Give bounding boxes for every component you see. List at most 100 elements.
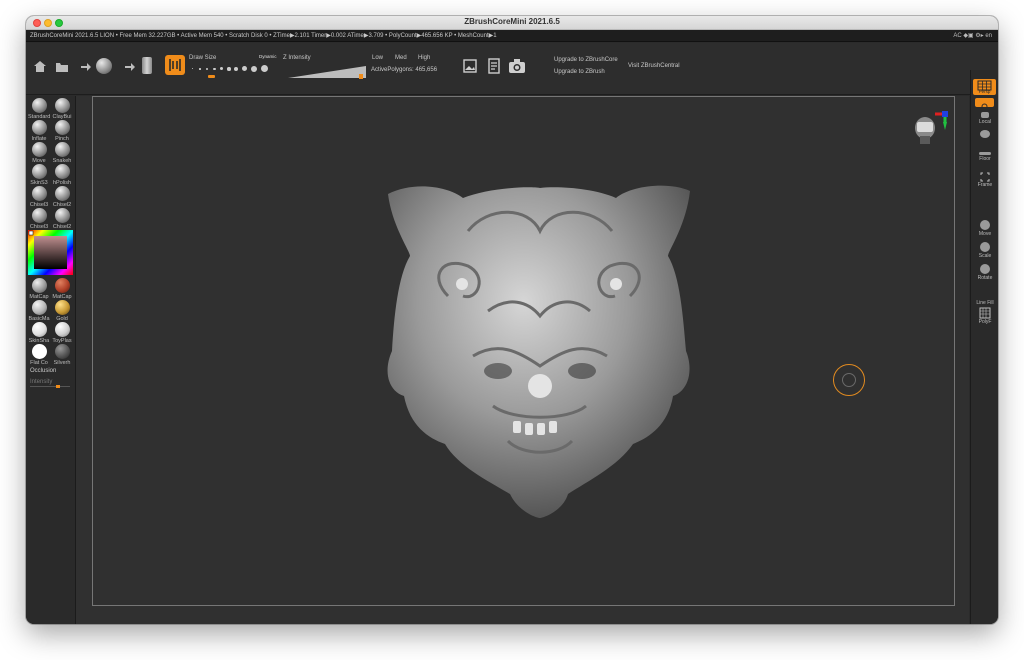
brush-slot[interactable]: Chisel3 <box>28 208 50 230</box>
brush-slot[interactable]: Snakeh <box>51 142 73 164</box>
home-icon[interactable] <box>32 59 48 75</box>
brush-slot[interactable]: hPolish <box>51 164 73 186</box>
material-slot[interactable]: MatCap <box>51 278 73 300</box>
polyf-toggle[interactable]: Floor <box>971 152 998 162</box>
rotate-icon <box>980 264 990 274</box>
lion-mask-model[interactable] <box>368 176 710 521</box>
orientation-gizmo-icon <box>915 111 948 144</box>
intensity-slider[interactable] <box>30 386 70 387</box>
open-folder-icon[interactable] <box>54 59 70 75</box>
brush-cursor <box>833 364 865 396</box>
draw-size-dots[interactable] <box>192 65 274 73</box>
material-slot[interactable]: Silverh <box>51 344 73 366</box>
brush-thumbnail <box>54 98 70 113</box>
material-slot[interactable]: BasicMa <box>28 300 50 322</box>
brush-thumbnail <box>31 98 47 113</box>
draw-mode-button[interactable] <box>165 55 185 75</box>
brush-slot[interactable]: ClayBui <box>51 98 73 120</box>
frame-icon <box>980 172 990 182</box>
material-thumbnail <box>54 278 70 293</box>
local-icon <box>981 112 989 118</box>
brush-thumbnail <box>31 120 47 135</box>
visit-central-link[interactable]: Visit ZBrushCentral <box>628 63 680 69</box>
z-intensity-slider[interactable] <box>288 65 366 79</box>
upgrade-zbrush-link[interactable]: Upgrade to ZBrush <box>554 69 605 75</box>
brush-slot[interactable]: SkinS3 <box>28 164 50 186</box>
mask-silhouette <box>387 185 690 518</box>
xyz-icon <box>980 130 990 138</box>
brush-thumbnail <box>54 208 70 223</box>
cylinder-tool-icon[interactable] <box>142 57 152 74</box>
brush-slot[interactable]: Chisel2 <box>51 208 73 230</box>
document-icon[interactable] <box>486 58 502 74</box>
camera-icon[interactable] <box>508 57 526 75</box>
rotate-label: Rotate <box>977 275 993 281</box>
material-slot[interactable]: MatCap <box>28 278 50 300</box>
zbrush-window: ZBrushCoreMini 2021.6.5 ZBrushCoreMini 2… <box>26 16 998 624</box>
material-thumbnail <box>54 300 70 315</box>
move-label: Move <box>978 231 992 237</box>
symmetry-icon <box>169 59 181 71</box>
local-button[interactable]: Local <box>971 112 998 125</box>
upgrade-core-link[interactable]: Upgrade to ZBrushCore <box>554 57 618 63</box>
low-button[interactable]: Low <box>372 55 383 61</box>
line-fill-button[interactable]: Line Fill PolyF <box>971 300 998 325</box>
polyf-icon <box>979 152 991 155</box>
frame-button[interactable]: Frame <box>971 172 998 188</box>
rotate-button[interactable]: Rotate <box>971 264 998 281</box>
viewport-canvas[interactable] <box>76 96 969 624</box>
dynamic-label: Dynamic <box>259 54 277 59</box>
material-thumbnail <box>54 322 70 337</box>
brush-slot[interactable]: Chisel3 <box>28 186 50 208</box>
high-button[interactable]: High <box>418 55 430 61</box>
brush-cursor-inner <box>842 373 856 387</box>
polyf-label: PolyF <box>978 319 992 325</box>
info-bar-text: ZBrushCoreMini 2021.6.5 LION • Free Mem … <box>30 33 497 39</box>
arrow-right-icon[interactable] <box>80 61 92 73</box>
sphere-tool-icon[interactable] <box>96 58 112 74</box>
brush-thumbnail <box>54 142 70 157</box>
brush-slot[interactable]: Standard <box>28 98 50 120</box>
material-label: Silverh <box>53 360 71 366</box>
brush-thumbnail <box>31 142 47 157</box>
brush-thumbnail <box>54 164 70 179</box>
brush-thumbnail <box>54 120 70 135</box>
color-picker[interactable] <box>28 230 73 275</box>
brush-slot[interactable]: Chisel2 <box>51 186 73 208</box>
intensity-slider-thumb[interactable] <box>56 385 60 388</box>
med-button[interactable]: Med <box>395 55 407 61</box>
material-slot[interactable]: SkinSha <box>28 322 50 344</box>
title-bar: ZBrushCoreMini 2021.6.5 <box>26 16 998 30</box>
info-bar-right: AC ◆▣ ⚙▸ en <box>953 33 992 39</box>
draw-size-indicator[interactable] <box>208 75 215 78</box>
image-icon[interactable] <box>462 58 478 74</box>
brush-thumbnail <box>31 186 47 201</box>
view-gizmo[interactable] <box>907 108 957 154</box>
right-shelf: Persp Local Floor Frame Move Scale Rotat… <box>970 70 998 624</box>
brush-slot[interactable]: Move <box>28 142 50 164</box>
intensity-label: Intensity <box>30 379 53 385</box>
brush-slot[interactable]: Inflate <box>28 120 50 142</box>
z-intensity-label: Z Intensity <box>283 55 311 61</box>
polyframe-icon <box>979 307 991 319</box>
material-slot[interactable]: Gold <box>51 300 73 322</box>
frame-label: Frame <box>977 182 993 188</box>
window-title: ZBrushCoreMini 2021.6.5 <box>464 17 560 26</box>
persp-button[interactable]: Persp <box>973 79 996 95</box>
brush-slot[interactable]: Pinch <box>51 120 73 142</box>
xyz-button[interactable] <box>971 130 998 139</box>
move-icon <box>980 220 990 230</box>
brush-thumbnail <box>31 164 47 179</box>
persp-label: Persp <box>978 89 991 94</box>
info-bar: ZBrushCoreMini 2021.6.5 LION • Free Mem … <box>26 30 998 42</box>
floor-button[interactable] <box>975 98 994 110</box>
scale-icon <box>980 242 990 252</box>
arrow-right-icon-2[interactable] <box>124 61 136 73</box>
material-slot[interactable]: Flat Co <box>28 344 50 366</box>
occlusion-label: Occlusion <box>30 368 57 374</box>
material-thumbnail <box>31 300 47 315</box>
move-button[interactable]: Move <box>971 220 998 237</box>
material-label: Flat Co <box>30 360 48 366</box>
material-slot[interactable]: ToyPlas <box>51 322 73 344</box>
scale-button[interactable]: Scale <box>971 242 998 259</box>
